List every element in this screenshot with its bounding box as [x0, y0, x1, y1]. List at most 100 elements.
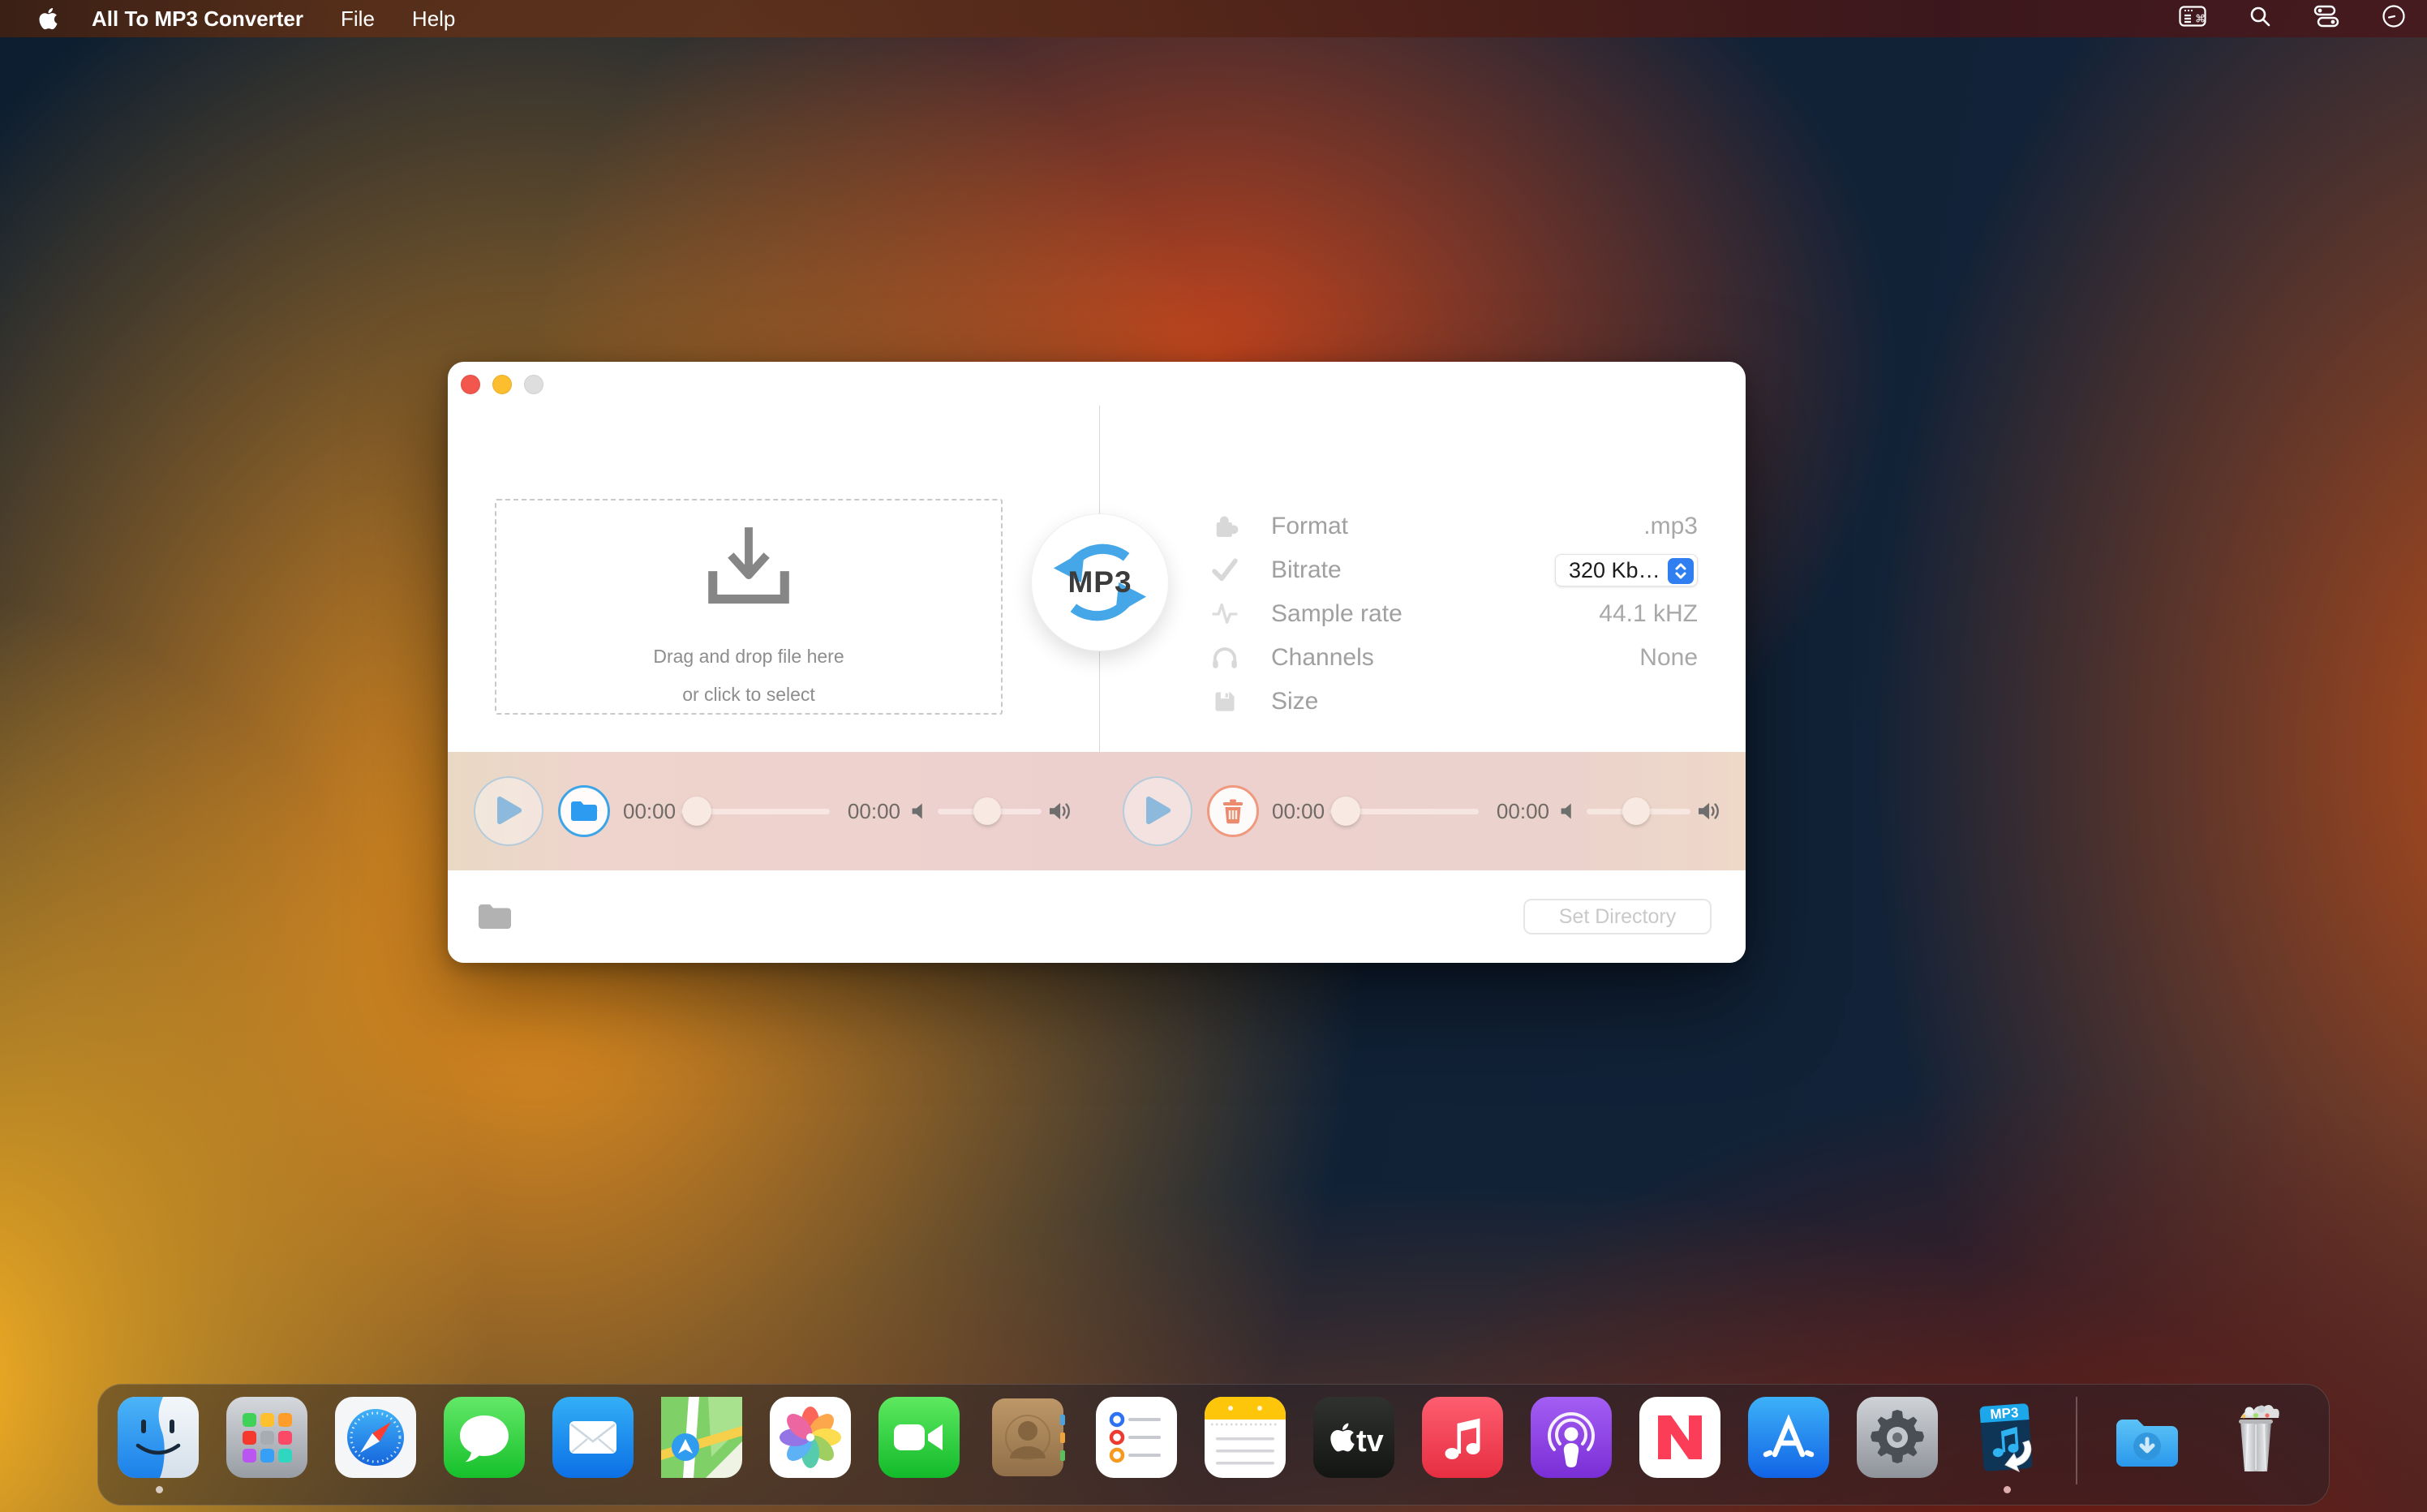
set-directory-button[interactable]: Set Directory [1523, 899, 1712, 934]
bitrate-label: Bitrate [1271, 556, 1342, 584]
output-volume-slider[interactable] [1587, 795, 1690, 827]
contacts-icon [987, 1397, 1068, 1478]
volume-thumb[interactable] [1622, 797, 1650, 825]
waveform-icon [1206, 599, 1244, 629]
source-elapsed-time: 00:00 [623, 799, 676, 824]
source-seek-slider[interactable] [681, 795, 830, 827]
source-play-button[interactable] [474, 776, 543, 846]
app-store-icon [1748, 1397, 1829, 1478]
close-button[interactable] [461, 375, 480, 394]
mp3-convert-badge: MP3 [1031, 513, 1169, 651]
dock-facetime[interactable] [878, 1397, 960, 1478]
seek-thumb[interactable] [1331, 797, 1360, 826]
check-icon [1206, 556, 1244, 585]
dock-separator [2076, 1397, 2077, 1484]
setting-row-format: Format .mp3 [1206, 505, 1698, 548]
music-icon [1422, 1397, 1503, 1478]
minimize-button[interactable] [492, 375, 512, 394]
dock-safari[interactable] [335, 1397, 416, 1478]
photos-icon [770, 1397, 851, 1478]
bitrate-dropdown[interactable]: 320 Kb… [1555, 554, 1698, 586]
window-footer: Set Directory [448, 870, 1746, 963]
setting-row-channels: Channels None [1206, 636, 1698, 680]
mp3-file-label: MP3 [1990, 1405, 2019, 1422]
volume-speaker-icon [1048, 800, 1074, 823]
safari-icon [335, 1397, 416, 1478]
headphones-icon [1206, 643, 1244, 672]
dock-system-settings[interactable] [1857, 1397, 1938, 1478]
setting-row-bitrate: Bitrate 320 Kb… [1206, 548, 1698, 592]
dropzone-line1: Drag and drop file here [653, 646, 844, 668]
dock-maps[interactable] [661, 1397, 742, 1478]
svg-text:⌘: ⌘ [2195, 12, 2206, 24]
source-total-time: 00:00 [848, 799, 900, 824]
menu-help[interactable]: Help [412, 6, 455, 32]
output-settings: Format .mp3 Bitrate 320 Kb… Sample rate [1206, 505, 1698, 724]
volume-speaker-icon [1697, 800, 1723, 823]
output-total-time: 00:00 [1497, 799, 1549, 824]
source-volume-slider[interactable] [938, 795, 1042, 827]
dock-reminders[interactable] [1096, 1397, 1177, 1478]
format-label: Format [1271, 513, 1348, 540]
bitrate-value: 320 Kb… [1569, 558, 1660, 583]
mail-icon [552, 1397, 634, 1478]
output-seek-slider[interactable] [1329, 795, 1479, 827]
dock-news[interactable] [1639, 1397, 1720, 1478]
open-file-button[interactable] [558, 785, 610, 837]
play-icon [495, 796, 522, 827]
trash-icon [1221, 798, 1245, 824]
dock-photos[interactable] [770, 1397, 851, 1478]
dock-downloads[interactable] [2107, 1397, 2188, 1478]
samplerate-label: Sample rate [1271, 600, 1403, 628]
volume-thumb[interactable] [973, 797, 1001, 825]
dock-apple-tv[interactable]: tv [1313, 1397, 1394, 1478]
save-icon [1206, 687, 1244, 716]
menu-app-name[interactable]: All To MP3 Converter [92, 6, 303, 32]
dock-app-store[interactable] [1748, 1397, 1829, 1478]
dock-notes[interactable] [1205, 1397, 1286, 1478]
size-label: Size [1271, 688, 1318, 715]
converter-window: Drag and drop file here or click to sele… [448, 362, 1746, 963]
mute-speaker-icon[interactable] [910, 800, 931, 823]
source-player: 00:00 00:00 [448, 752, 1097, 870]
seek-thumb[interactable] [682, 797, 711, 826]
setting-row-samplerate: Sample rate 44.1 kHZ [1206, 592, 1698, 636]
output-elapsed-time: 00:00 [1272, 799, 1325, 824]
dock-contacts[interactable] [987, 1397, 1068, 1478]
dock-finder[interactable] [118, 1397, 199, 1478]
output-play-button[interactable] [1123, 776, 1192, 846]
mute-speaker-icon[interactable] [1559, 800, 1580, 823]
output-directory-icon[interactable] [477, 902, 513, 931]
samplerate-value: 44.1 kHZ [1599, 600, 1698, 628]
zoom-button-disabled [524, 375, 543, 394]
facetime-icon [878, 1397, 960, 1478]
spotlight-search-icon[interactable] [2249, 5, 2271, 33]
stepper-chevrons-icon [1668, 558, 1694, 584]
dock-trash[interactable] [2215, 1397, 2296, 1478]
dock-all-to-mp3-converter[interactable]: MP3 [1965, 1397, 2047, 1478]
apple-tv-icon: tv [1313, 1397, 1394, 1478]
download-icon [701, 523, 797, 613]
apple-tv-label: tv [1356, 1424, 1384, 1458]
finder-icon [118, 1397, 199, 1478]
file-dropzone[interactable]: Drag and drop file here or click to sele… [495, 499, 1003, 715]
delete-output-button[interactable] [1207, 785, 1259, 837]
dock-mail[interactable] [552, 1397, 634, 1478]
dock-messages[interactable] [444, 1397, 525, 1478]
channels-label: Channels [1271, 644, 1374, 672]
dock-launchpad[interactable] [226, 1397, 307, 1478]
maps-icon [661, 1397, 742, 1478]
folder-open-icon [569, 799, 599, 823]
channels-value: None [1639, 644, 1698, 672]
dock-podcasts[interactable] [1531, 1397, 1612, 1478]
menu-file[interactable]: File [341, 6, 375, 32]
dock-music[interactable] [1422, 1397, 1503, 1478]
dropzone-line2: or click to select [682, 684, 815, 706]
apple-menu-icon[interactable] [37, 6, 59, 31]
keyboard-input-icon[interactable]: ⌘ [2179, 6, 2206, 32]
menu-bar: All To MP3 Converter File Help ⌘ [0, 0, 2427, 37]
notes-icon [1205, 1397, 1286, 1478]
puzzle-icon [1206, 512, 1244, 541]
control-center-icon[interactable] [2313, 5, 2339, 33]
clock-icon[interactable] [2382, 4, 2406, 34]
